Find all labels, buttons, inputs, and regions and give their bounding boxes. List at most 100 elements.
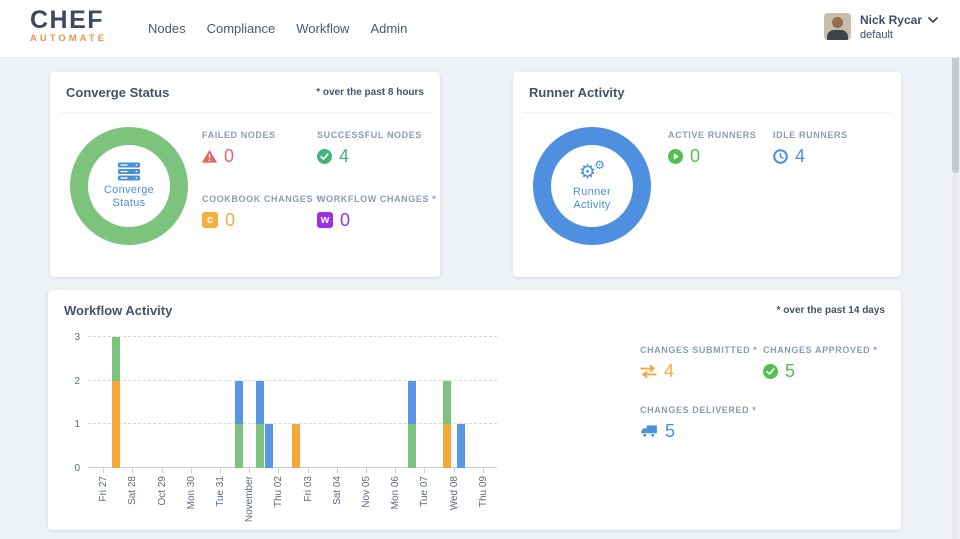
truck-icon (641, 425, 657, 438)
chef-automate-logo[interactable]: CHEF AUTOMATE (30, 6, 107, 45)
y-axis-tick-label: 1 (74, 419, 80, 431)
x-axis-label: Fri 27 (98, 476, 110, 502)
chart-bar-segment-submitted (111, 380, 120, 468)
x-axis-label: Sat 04 (331, 476, 343, 505)
donut-label: Runner Activity (573, 185, 611, 211)
x-axis-label: Sat 28 (127, 476, 139, 505)
divider (60, 112, 430, 113)
stat-value: 5 (785, 361, 796, 381)
x-axis-tick (365, 468, 367, 473)
stat-label: SUCCESSFUL NODES (317, 130, 422, 140)
stat-changes-submitted: CHANGES SUBMITTED * 4 (640, 345, 760, 380)
x-axis-label: November (244, 476, 256, 523)
stat-value: 0 (340, 210, 351, 230)
gridline-y2 (88, 379, 497, 381)
x-axis-tick (249, 468, 251, 473)
x-axis-label: Fri 03 (302, 476, 314, 502)
y-axis-tick-label: 3 (74, 332, 80, 343)
stat-label: IDLE RUNNERS (773, 130, 848, 140)
x-axis-label: Oct 29 (156, 476, 168, 506)
logo-chef-text: CHEF (30, 6, 105, 34)
stat-value: 4 (664, 361, 675, 381)
x-axis-label: Nov 05 (360, 476, 372, 508)
x-axis-tick (395, 468, 397, 473)
runner-card-title: Runner Activity (529, 85, 625, 100)
chart-bar-segment-submitted (443, 424, 452, 468)
nav-item-admin[interactable]: Admin (370, 21, 407, 36)
check-circle-icon (317, 148, 332, 164)
divider (523, 112, 891, 113)
chart-bar-segment-delivered (407, 380, 416, 425)
stat-failed-nodes: FAILED NODES 0 (202, 130, 314, 165)
stat-workflow-changes: WORKFLOW CHANGES * w 0 (317, 194, 436, 230)
stat-changes-approved: CHANGES APPROVED * 5 (763, 345, 883, 380)
nav-menu: Nodes Compliance Workflow Admin (148, 0, 407, 57)
converge-card-note: * over the past 8 hours (316, 87, 424, 98)
stat-label: CHANGES SUBMITTED * (640, 345, 758, 355)
play-circle-icon (668, 148, 683, 164)
chart-bar-segment-approved (111, 337, 120, 381)
logo-automate-text: AUTOMATE (30, 33, 107, 44)
gridline-y3 (88, 336, 497, 337)
x-axis-tick (336, 468, 338, 473)
x-axis-label: Thu 09 (477, 476, 489, 508)
stat-label: COOKBOOK CHANGES * (202, 194, 321, 204)
x-axis-tick (190, 468, 192, 473)
stat-value: 4 (339, 146, 350, 166)
runner-activity-donut: ⚙ ⚙ Runner Activity (533, 127, 651, 245)
x-axis-tick (132, 468, 134, 473)
y-axis-tick-label: 2 (74, 375, 80, 387)
x-axis-tick (278, 468, 280, 473)
clock-icon (773, 148, 788, 164)
chart-bar-segment-delivered (255, 380, 264, 425)
stat-value: 0 (225, 210, 236, 230)
x-axis-label: Thu 02 (273, 476, 285, 508)
top-nav: CHEF AUTOMATE Nodes Compliance Workflow … (0, 0, 960, 58)
x-axis-label: Mon 30 (185, 476, 197, 510)
nav-item-nodes[interactable]: Nodes (148, 21, 186, 36)
check-circle-icon (763, 363, 778, 379)
chart-bar-segment-approved (234, 424, 243, 468)
user-avatar (823, 13, 851, 40)
chart-bar-segment-approved (443, 380, 452, 425)
nav-item-workflow[interactable]: Workflow (296, 21, 349, 36)
converge-card-title: Converge Status (66, 85, 170, 100)
chevron-down-icon (928, 17, 938, 23)
x-axis-tick (482, 468, 484, 473)
workflow-activity-card: Workflow Activity * over the past 14 day… (48, 290, 901, 530)
y-axis-tick-label: 0 (74, 463, 80, 474)
converge-status-card: Converge Status * over the past 8 hours … (50, 72, 440, 277)
avatar-head-shape (831, 17, 843, 28)
stat-label: CHANGES DELIVERED * (640, 405, 757, 415)
x-axis-tick (424, 468, 426, 473)
workflow-activity-chart: 0 1 2 3 Fri 27 Sat 28 Oct 29 Mon 30 Tue 31 Novemb… (74, 332, 497, 522)
chart-bar-segment-approved (255, 424, 264, 468)
stat-value: 0 (690, 146, 701, 166)
nav-item-compliance[interactable]: Compliance (207, 21, 276, 36)
stat-value: 4 (795, 146, 806, 166)
x-axis-tick (161, 468, 163, 473)
user-menu[interactable]: Nick Rycar default (823, 13, 938, 41)
stat-changes-delivered: CHANGES DELIVERED * 5 (640, 405, 760, 440)
x-axis-label: Tue 31 (214, 476, 226, 507)
x-axis-tick (219, 468, 221, 473)
workflow-badge-icon: w (317, 212, 333, 228)
donut-label: Converge Status (103, 184, 155, 209)
x-axis-tick (307, 468, 309, 473)
chart-bar-segment-approved (407, 424, 416, 468)
stat-label: ACTIVE RUNNERS (668, 130, 757, 140)
x-axis-label: Tue 07 (419, 476, 431, 507)
runner-activity-card: Runner Activity ⚙ ⚙ Runner Activity ACTI… (513, 72, 901, 277)
stat-cookbook-changes: COOKBOOK CHANGES * c 0 (202, 194, 321, 230)
warning-triangle-icon (202, 149, 217, 163)
x-axis-label: Wed 08 (448, 476, 460, 511)
user-text: Nick Rycar default (860, 13, 938, 41)
chart-bar-segment-delivered (234, 380, 243, 425)
user-name: Nick Rycar (859, 13, 922, 27)
avatar-body-shape (826, 30, 848, 40)
cookbook-badge-icon: c (202, 212, 218, 228)
gears-icon: ⚙ ⚙ (579, 157, 605, 183)
user-org: default (859, 29, 893, 41)
stat-active-runners: ACTIVE RUNNERS 0 (668, 130, 780, 165)
chart-bar-segment-delivered (265, 424, 274, 468)
